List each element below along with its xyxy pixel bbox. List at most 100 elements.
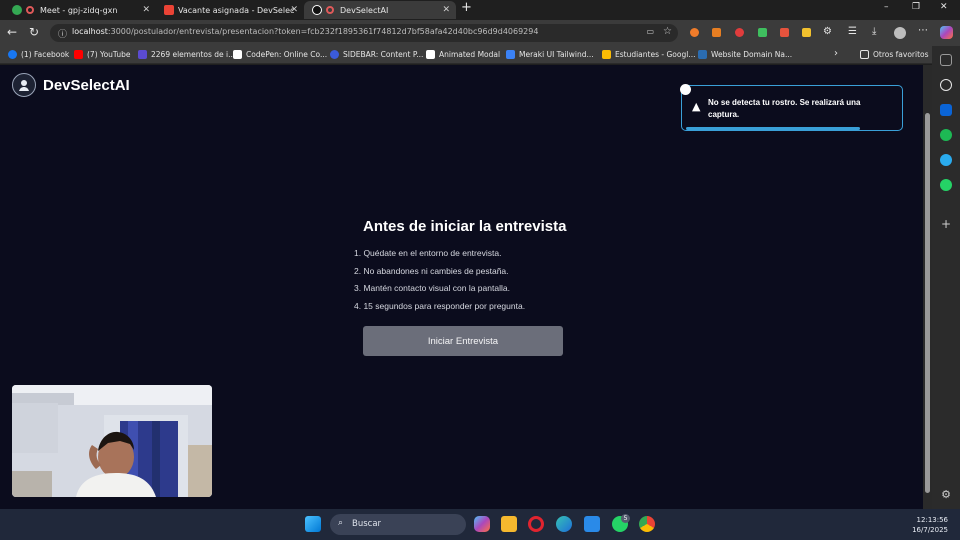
- search-label: Buscar: [352, 519, 382, 529]
- bookmark-estudiantes[interactable]: Estudiantes - Googl...: [602, 50, 695, 59]
- chrome-icon[interactable]: [639, 516, 655, 532]
- toast-indicator: [680, 84, 691, 95]
- tab-strip: Meet - gpj-zidq-gxn ✕ Vacante asignada -…: [0, 0, 960, 20]
- tab-title: Meet - gpj-zidq-gxn: [40, 5, 118, 15]
- sidebar-pin-icon[interactable]: [940, 54, 952, 66]
- extensions-puzzle-icon[interactable]: ⚙: [823, 26, 832, 37]
- tab-title: DevSelectAI: [340, 5, 389, 15]
- copilot-app-icon[interactable]: [474, 516, 490, 532]
- bookmark-sidebar[interactable]: SIDEBAR: Content P...: [330, 50, 423, 59]
- page-scrollbar[interactable]: [923, 65, 932, 509]
- back-arrow-icon[interactable]: ←: [7, 25, 17, 39]
- codepen-icon: [233, 50, 242, 59]
- file-explorer-icon[interactable]: [501, 516, 517, 532]
- telegram-icon[interactable]: [940, 154, 952, 166]
- bookmark-website-domain[interactable]: Website Domain Na...: [698, 50, 792, 59]
- toast-progress-bar: [686, 127, 860, 130]
- bookmark-site-icon: [698, 50, 707, 59]
- close-tab-icon[interactable]: ✕: [442, 5, 450, 15]
- edge-icon[interactable]: [556, 516, 572, 532]
- sidebar-search-icon[interactable]: [940, 79, 952, 91]
- more-menu-icon[interactable]: ⋯: [918, 25, 928, 36]
- extension-fire-icon[interactable]: [780, 28, 789, 37]
- bookmark-site-icon: [138, 50, 147, 59]
- bookmark-meraki[interactable]: Meraki UI Tailwind...: [506, 50, 594, 59]
- recording-icon: [326, 6, 334, 14]
- bookmark-site-icon: [506, 50, 515, 59]
- bookmarks-bar: (1) Facebook (7) YouTube 2269 elementos …: [0, 46, 960, 64]
- profile-avatar-icon[interactable]: [894, 27, 906, 39]
- google-drive-icon: [602, 50, 611, 59]
- extension-shield-icon[interactable]: [758, 28, 767, 37]
- maximize-button[interactable]: ❐: [912, 2, 920, 12]
- google-meet-icon: [12, 5, 22, 15]
- tab-title: Vacante asignada - DevSelectAI -: [178, 5, 294, 15]
- vscode-icon[interactable]: [584, 516, 600, 532]
- youtube-icon: [74, 50, 83, 59]
- webcam-feed: [12, 385, 212, 497]
- clock-time: 12:13:56: [916, 516, 948, 524]
- favorites-icon[interactable]: ☰: [848, 26, 857, 37]
- other-favorites-folder[interactable]: Otros favoritos: [860, 50, 929, 59]
- folder-icon: [860, 50, 869, 59]
- downloads-icon[interactable]: ⤓: [872, 26, 876, 37]
- devselectai-logo-icon: [12, 73, 36, 97]
- add-sidebar-app-icon[interactable]: +: [940, 218, 952, 230]
- extension-x-icon[interactable]: [735, 28, 744, 37]
- extension-wifi-icon[interactable]: [690, 28, 699, 37]
- spotify-icon[interactable]: [940, 129, 952, 141]
- bookmark-codepen[interactable]: CodePen: Online Co...: [233, 50, 327, 59]
- close-tab-icon[interactable]: ✕: [290, 5, 298, 15]
- bookmark-star-icon[interactable]: ☆: [663, 26, 672, 37]
- bookmark-site-icon: [426, 50, 435, 59]
- extension-yellow-icon[interactable]: [802, 28, 811, 37]
- outlook-icon[interactable]: [940, 104, 952, 116]
- facebook-icon: [8, 50, 17, 59]
- tab-meet[interactable]: Meet - gpj-zidq-gxn ✕: [4, 1, 156, 19]
- address-bar[interactable]: ⓘ localhost:3000/postulador/entrevista/p…: [50, 24, 678, 42]
- minimize-button[interactable]: –: [884, 2, 889, 12]
- bookmark-animated-modal[interactable]: Animated Modal: [426, 50, 500, 59]
- search-icon: ⌕: [338, 518, 344, 528]
- bookmark-youtube[interactable]: (7) YouTube: [74, 50, 131, 59]
- face-warning-toast: ▲ No se detecta tu rostro. Se realizará …: [680, 84, 903, 131]
- devselectai-favicon-icon: [312, 5, 322, 15]
- warning-icon: ▲: [692, 100, 701, 113]
- windows-taskbar: ⌕ Buscar 5 12:13:56 16/7/2025: [0, 509, 960, 540]
- system-clock[interactable]: 12:13:56 16/7/2025: [912, 515, 948, 535]
- interview-page: DevSelectAI ▲ No se detecta tu rostro. S…: [0, 65, 932, 509]
- instruction-item: 2. No abandones ni cambies de pestaña.: [354, 265, 509, 276]
- whatsapp-badge: 5: [621, 514, 630, 523]
- close-tab-icon[interactable]: ✕: [142, 5, 150, 15]
- scrollbar-thumb[interactable]: [925, 113, 930, 493]
- taskbar-search[interactable]: ⌕ Buscar: [330, 514, 466, 535]
- opera-icon[interactable]: [528, 516, 544, 532]
- new-tab-button[interactable]: +: [461, 0, 472, 15]
- windows-start-icon[interactable]: [305, 516, 321, 532]
- bookmark-site-icon: [330, 50, 339, 59]
- recording-icon: [26, 6, 34, 14]
- browser-toolbar: ← ↻ ⓘ localhost:3000/postulador/entrevis…: [0, 20, 960, 46]
- camera-in-use-icon[interactable]: ▭: [646, 27, 654, 36]
- toast-message: No se detecta tu rostro. Se realizará un…: [708, 98, 861, 119]
- instruction-item: 4. 15 segundos para responder por pregun…: [354, 300, 526, 311]
- bookmarks-overflow-chevron-icon[interactable]: ›: [834, 48, 838, 59]
- reload-icon[interactable]: ↻: [29, 25, 39, 39]
- tab-devselectai[interactable]: DevSelectAI ✕: [304, 1, 456, 19]
- tab-vacante[interactable]: Vacante asignada - DevSelectAI - ✕: [156, 1, 304, 19]
- instruction-item: 3. Mantén contacto visual con la pantall…: [354, 283, 510, 293]
- whatsapp-icon[interactable]: [940, 179, 952, 191]
- site-info-icon[interactable]: ⓘ: [58, 27, 67, 40]
- start-interview-button[interactable]: Iniciar Entrevista: [363, 326, 563, 356]
- bookmark-elementos[interactable]: 2269 elementos de i...: [138, 50, 235, 59]
- sidebar-settings-icon[interactable]: ⚙: [940, 489, 952, 501]
- webcam-preview: [12, 385, 212, 497]
- bookmark-facebook[interactable]: (1) Facebook: [8, 50, 69, 59]
- instruction-item: 1. Quédate en el entorno de entrevista.: [354, 248, 502, 258]
- close-window-button[interactable]: ✕: [940, 2, 948, 12]
- brand-name: DevSelectAI: [43, 76, 130, 94]
- brand[interactable]: DevSelectAI: [12, 73, 130, 97]
- copilot-icon[interactable]: [940, 26, 953, 39]
- extension-w-icon[interactable]: [712, 28, 721, 37]
- instructions-list: 1. Quédate en el entorno de entrevista. …: [354, 247, 525, 317]
